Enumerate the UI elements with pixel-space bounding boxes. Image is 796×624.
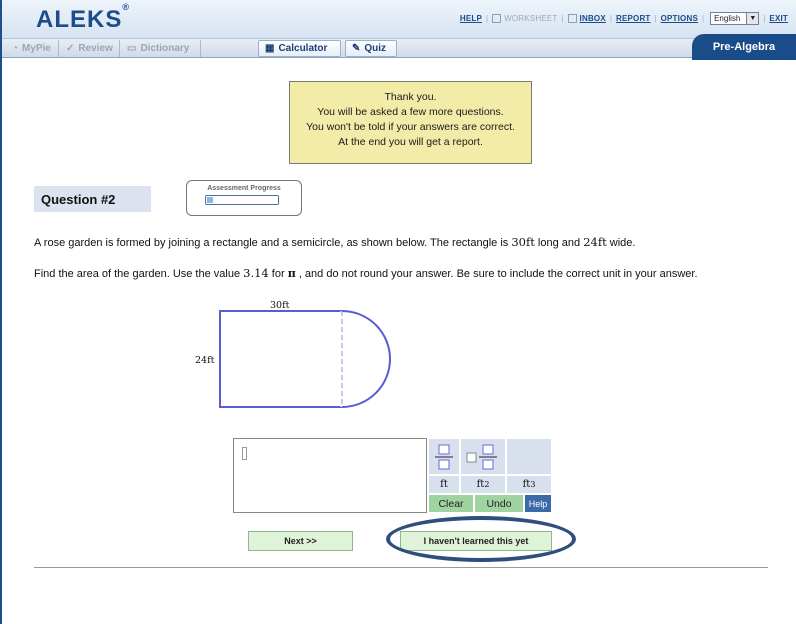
rectangle-shape xyxy=(219,310,343,408)
separator: | xyxy=(702,14,705,23)
tab-calculator[interactable]: ▦ Calculator xyxy=(258,40,341,57)
inbox-link[interactable]: INBOX xyxy=(580,14,606,23)
exit-link[interactable]: EXIT xyxy=(769,14,788,23)
notice-box: Thank you. You will be asked a few more … xyxy=(289,81,532,164)
unit-ft3-button[interactable]: ft 3 xyxy=(506,475,552,494)
separator: | xyxy=(609,14,612,23)
chevron-down-icon: ▼ xyxy=(746,13,759,24)
text-span: long and xyxy=(534,237,584,249)
help-button[interactable]: Help xyxy=(524,494,552,513)
width-value: 24 xyxy=(583,235,598,249)
text-span: A rose garden is formed by joining a rec… xyxy=(34,237,512,249)
keypad-blank xyxy=(506,438,552,475)
checkmark-icon: ✓ xyxy=(66,43,75,54)
progress-bar xyxy=(205,195,279,205)
undo-button[interactable]: Undo xyxy=(474,494,524,513)
separator: | xyxy=(654,14,657,23)
clear-button[interactable]: Clear xyxy=(428,494,474,513)
key-label: ft xyxy=(476,479,485,490)
tab-label: Dictionary xyxy=(140,43,190,54)
pi-value: 3.14 xyxy=(243,266,269,280)
bottom-divider xyxy=(34,567,768,568)
pi-symbol: π xyxy=(287,267,296,280)
tab-dictionary[interactable]: ▭ Dictionary xyxy=(121,40,201,57)
quiz-icon: ✎ xyxy=(352,43,361,54)
book-icon: ▭ xyxy=(127,43,137,54)
unit-text: ft xyxy=(525,235,535,249)
left-border xyxy=(0,0,2,624)
notice-line: You will be asked a few more questions. xyxy=(317,106,504,118)
next-button[interactable]: Next >> xyxy=(248,531,353,551)
language-select[interactable]: English ▼ xyxy=(710,12,760,25)
worksheet-link[interactable]: WORKSHEET xyxy=(504,14,557,23)
length-value: 30 xyxy=(511,235,526,249)
inbox-envelope-icon xyxy=(567,14,577,23)
calculator-icon: ▦ xyxy=(265,43,275,54)
question-label: Question #2 xyxy=(34,186,151,212)
unit-ft2-button[interactable]: ft 2 xyxy=(460,475,506,494)
tab-label: Calculator xyxy=(278,43,328,54)
garden-figure: 30ft 24ft xyxy=(195,300,391,408)
text-span: Find the area of the garden. Use the val… xyxy=(34,268,244,280)
tab-label: Quiz xyxy=(364,43,387,54)
mixed-number-button[interactable] xyxy=(460,438,506,475)
side-dimension-label: 24ft xyxy=(195,355,215,366)
language-value: English xyxy=(714,14,741,23)
question-text-line2: Find the area of the garden. Use the val… xyxy=(34,266,698,280)
answer-input[interactable] xyxy=(233,438,427,513)
key-exponent: 2 xyxy=(484,480,490,489)
tab-label: MyPie xyxy=(22,43,51,54)
options-link[interactable]: OPTIONS xyxy=(661,14,698,23)
aleks-page: ALEKS® HELP | WORKSHEET | INBOX | REPORT… xyxy=(0,0,796,624)
notice-line: You won't be told if your answers are co… xyxy=(306,121,515,133)
tab-review[interactable]: ✓ Review xyxy=(60,40,120,57)
aleks-logo: ALEKS® xyxy=(36,2,130,34)
separator: | xyxy=(561,14,564,23)
top-dimension-label: 30ft xyxy=(270,300,290,311)
notice-line: Thank you. xyxy=(384,91,437,103)
report-link[interactable]: REPORT xyxy=(616,14,651,23)
key-label: ft xyxy=(440,479,448,490)
worksheet-icon xyxy=(492,14,502,23)
text-span: wide. xyxy=(606,237,636,249)
fraction-button[interactable] xyxy=(428,438,460,475)
unit-text: ft xyxy=(597,235,607,249)
progress-title: Assessment Progress xyxy=(207,185,281,192)
semicircle-shape xyxy=(341,310,391,408)
unit-ft-button[interactable]: ft xyxy=(428,475,460,494)
text-span: , and do not round your answer. Be sure … xyxy=(295,268,698,280)
help-link[interactable]: HELP xyxy=(460,14,482,23)
mixed-number-icon xyxy=(466,444,497,469)
text-span: for xyxy=(268,268,288,280)
progress-fill xyxy=(207,197,213,203)
separator: | xyxy=(486,14,489,23)
top-links: HELP | WORKSHEET | INBOX | REPORT | OPTI… xyxy=(460,12,788,25)
logo-text: ALEKS xyxy=(36,6,123,33)
tab-quiz[interactable]: ✎ Quiz xyxy=(345,40,397,57)
answer-keypad: ft ft 2 ft 3 Clear Undo Help xyxy=(428,438,552,513)
tab-mypie[interactable]: ◔ MyPie xyxy=(6,40,59,57)
assessment-progress: Assessment Progress xyxy=(186,180,302,216)
key-exponent: 3 xyxy=(530,480,536,489)
course-tab[interactable]: Pre-Algebra xyxy=(692,34,796,60)
fraction-icon xyxy=(435,444,453,469)
notice-line: At the end you will get a report. xyxy=(338,136,483,148)
tab-label: Review xyxy=(78,43,113,54)
logo-mark: ® xyxy=(122,2,130,12)
key-label: ft xyxy=(522,479,531,490)
question-text-line1: A rose garden is formed by joining a rec… xyxy=(34,235,635,249)
tab-row: ◔ MyPie ✓ Review ▭ Dictionary ▦ Calculator ✎… xyxy=(2,38,796,58)
answer-cursor xyxy=(242,447,247,460)
pie-icon: ◔ xyxy=(12,43,19,54)
highlight-circle xyxy=(386,516,576,562)
separator: | xyxy=(763,14,766,23)
top-bar: ALEKS® HELP | WORKSHEET | INBOX | REPORT… xyxy=(2,0,796,38)
